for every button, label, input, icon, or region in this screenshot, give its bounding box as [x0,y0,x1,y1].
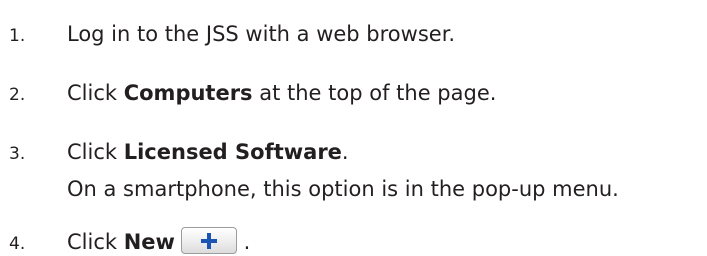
step-4-number: 4. [9,234,26,254]
step-3-suffix: . [341,140,349,164]
step-2-prefix: Click [67,81,124,105]
step-2-number: 2. [9,85,26,105]
step-1-text: Log in to the JSS with a web browser. [67,22,456,46]
step-4-prefix: Click [67,230,124,254]
step-3-text: Click Licensed Software. [67,139,349,165]
step-4-text: Click New . [67,227,251,256]
new-button[interactable] [180,227,237,254]
step-4-bold: New [123,230,175,254]
instruction-steps: 1. Log in to the JSS with a web browser.… [0,0,707,255]
step-2-suffix: at the top of the page. [252,81,497,105]
plus-icon [200,232,217,249]
step-2-text: Click Computers at the top of the page. [67,80,496,106]
step-1-number: 1. [9,26,26,46]
step-3-bold: Licensed Software [123,140,342,164]
step-3-prefix: Click [67,140,124,164]
step-2-bold: Computers [123,81,253,105]
step-3-number: 3. [9,144,26,164]
step-3-note: On a smartphone, this option is in the p… [67,177,619,201]
step-4-suffix: . [236,230,251,254]
